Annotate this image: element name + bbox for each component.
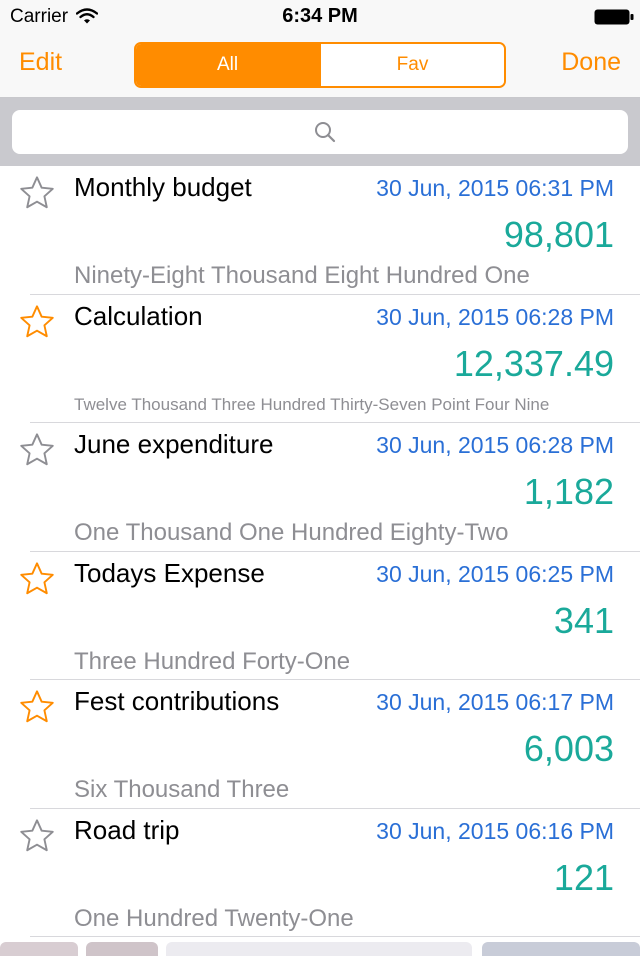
item-title: Calculation: [74, 300, 203, 331]
item-words: Six Thousand Three: [74, 776, 290, 803]
toolbar-tab: [0, 942, 78, 956]
item-words: Three Hundred Forty-One: [74, 647, 351, 675]
bottom-toolbar-edge: [0, 937, 640, 960]
item-title: Todays Expense: [74, 557, 265, 588]
item-date: 30 Jun, 2015 06:28 PM: [376, 432, 614, 458]
item-words: One Thousand One Hundred Eighty-Two: [74, 519, 509, 546]
item-value: 341: [553, 599, 614, 641]
item-date: 30 Jun, 2015 06:17 PM: [376, 689, 614, 715]
list-item[interactable]: Calculation 30 Jun, 2015 06:28 PM 12,337…: [0, 295, 640, 424]
done-button[interactable]: Done: [561, 48, 621, 77]
item-date: 30 Jun, 2015 06:16 PM: [376, 817, 614, 844]
item-title: Fest contributions: [74, 686, 280, 716]
list-item[interactable]: Road trip 30 Jun, 2015 06:16 PM 121 One …: [0, 809, 640, 938]
item-date: 30 Jun, 2015 06:25 PM: [376, 560, 614, 587]
list-item[interactable]: Fest contributions 30 Jun, 2015 06:17 PM…: [0, 680, 640, 809]
item-value: 98,801: [503, 214, 614, 255]
search-icon: [315, 122, 336, 143]
toolbar-tab: [86, 942, 158, 956]
item-words: Ninety-Eight Thousand Eight Hundred One: [74, 262, 530, 289]
item-value: 1,182: [523, 471, 614, 512]
item-value: 12,337.49: [453, 342, 614, 384]
star-icon[interactable]: [18, 688, 56, 726]
navigation-bar: Edit All Fav Done: [0, 34, 640, 98]
item-value: 121: [553, 856, 614, 898]
segment-all[interactable]: All: [136, 44, 319, 86]
item-words: One Hundred Twenty-One: [74, 904, 354, 932]
star-icon[interactable]: [18, 174, 56, 212]
toolbar-tab: [482, 942, 640, 956]
item-words: Twelve Thousand Three Hundred Thirty-Sev…: [74, 394, 550, 414]
calculation-list: Monthly budget 30 Jun, 2015 06:31 PM 98,…: [0, 166, 640, 937]
search-bar: [0, 98, 640, 166]
battery-icon: [594, 9, 634, 25]
star-icon[interactable]: [18, 817, 56, 855]
item-title: June expenditure: [74, 429, 274, 459]
item-date: 30 Jun, 2015 06:28 PM: [376, 303, 614, 330]
edit-button[interactable]: Edit: [19, 48, 62, 77]
segment-fav[interactable]: Fav: [319, 44, 504, 86]
star-icon[interactable]: [18, 560, 56, 598]
list-item[interactable]: June expenditure 30 Jun, 2015 06:28 PM 1…: [0, 423, 640, 552]
search-input[interactable]: [12, 110, 628, 154]
list-item[interactable]: Monthly budget 30 Jun, 2015 06:31 PM 98,…: [0, 166, 640, 295]
toolbar-tab: [166, 942, 472, 956]
star-icon[interactable]: [18, 303, 56, 341]
status-bar: Carrier 6:34 PM: [0, 0, 640, 34]
filter-segmented-control: All Fav: [134, 42, 506, 88]
item-date: 30 Jun, 2015 06:31 PM: [376, 175, 614, 201]
status-time: 6:34 PM: [282, 5, 358, 27]
item-title: Road trip: [74, 814, 180, 845]
item-title: Monthly budget: [74, 172, 252, 202]
star-icon[interactable]: [18, 431, 56, 469]
item-value: 6,003: [523, 728, 614, 769]
list-item[interactable]: Todays Expense 30 Jun, 2015 06:25 PM 341…: [0, 552, 640, 681]
